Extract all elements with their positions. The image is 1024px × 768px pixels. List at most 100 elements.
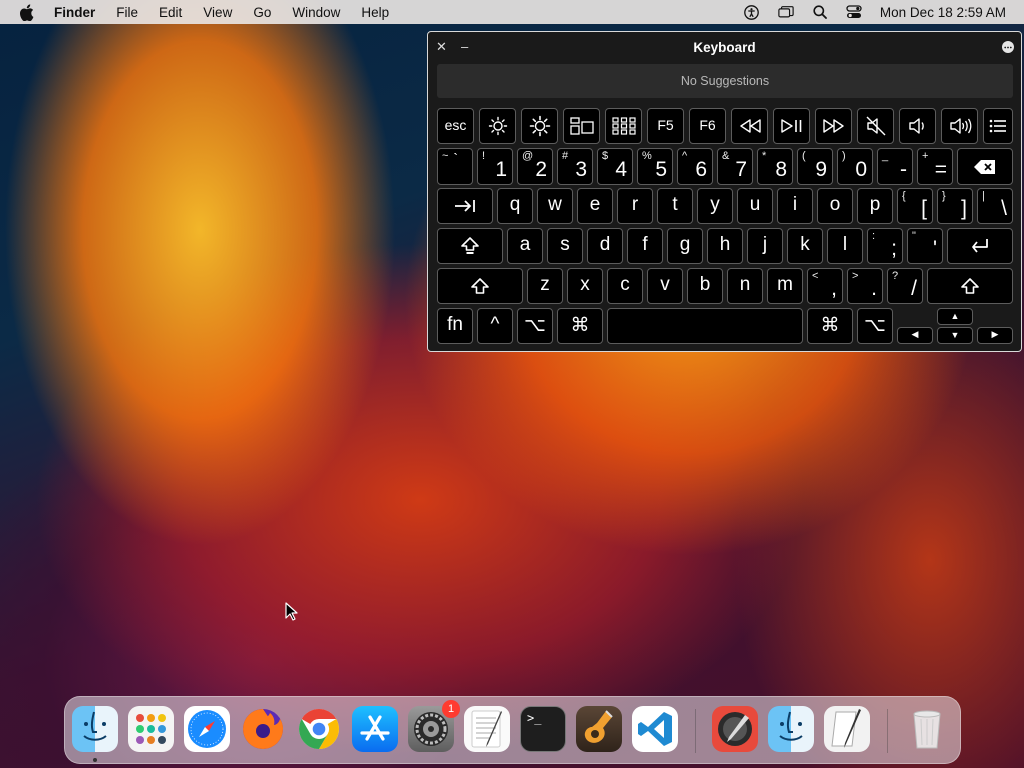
- app-store-icon[interactable]: [352, 706, 398, 752]
- color-meter-icon[interactable]: [712, 706, 758, 752]
- key-0[interactable]: ) 0: [837, 148, 873, 185]
- key-7[interactable]: & 7: [717, 148, 753, 185]
- key-slash[interactable]: ? /: [887, 268, 923, 304]
- terminal-icon[interactable]: >_: [520, 706, 566, 752]
- key-1[interactable]: ! 1: [477, 148, 513, 185]
- trash-icon[interactable]: [904, 706, 950, 752]
- key-f5[interactable]: F5: [647, 108, 684, 144]
- menu-window[interactable]: Window: [292, 5, 340, 20]
- key-brightness-down[interactable]: [479, 108, 516, 144]
- key-h[interactable]: h: [707, 228, 743, 264]
- key-control[interactable]: ^: [477, 308, 513, 344]
- key-list[interactable]: [983, 108, 1013, 144]
- key-brightness-up[interactable]: [521, 108, 558, 144]
- vscode-icon[interactable]: [632, 706, 678, 752]
- key-8[interactable]: * 8: [757, 148, 793, 185]
- key-comma[interactable]: <,: [807, 268, 843, 304]
- key-tab[interactable]: [437, 188, 493, 224]
- script-editor-icon[interactable]: [824, 706, 870, 752]
- spotlight-search-icon[interactable]: [812, 4, 828, 20]
- key-p[interactable]: p: [857, 188, 893, 224]
- key-4[interactable]: $4: [597, 148, 633, 185]
- finder-icon-2[interactable]: [768, 706, 814, 752]
- key-y[interactable]: y: [697, 188, 733, 224]
- key-k[interactable]: k: [787, 228, 823, 264]
- key-i[interactable]: i: [777, 188, 813, 224]
- key-r[interactable]: r: [617, 188, 653, 224]
- key-z[interactable]: z: [527, 268, 563, 304]
- key-caps-lock[interactable]: [437, 228, 503, 264]
- key-j[interactable]: j: [747, 228, 783, 264]
- chrome-icon[interactable]: [296, 706, 342, 752]
- key-minus[interactable]: _ -: [877, 148, 913, 185]
- key-f[interactable]: f: [627, 228, 663, 264]
- key-arrow-up[interactable]: ▲: [937, 308, 973, 325]
- key-5[interactable]: % 5: [637, 148, 673, 185]
- key-mute[interactable]: [857, 108, 894, 144]
- safari-icon[interactable]: [184, 706, 230, 752]
- key-e[interactable]: e: [577, 188, 613, 224]
- key-9[interactable]: (9: [797, 148, 833, 185]
- key-arrow-left[interactable]: ◀: [897, 327, 933, 344]
- key-period[interactable]: >.: [847, 268, 883, 304]
- menu-edit[interactable]: Edit: [159, 5, 182, 20]
- key-volume-up[interactable]: [941, 108, 978, 144]
- key-l[interactable]: l: [827, 228, 863, 264]
- menu-help[interactable]: Help: [361, 5, 389, 20]
- menu-file[interactable]: File: [116, 5, 138, 20]
- key-equals[interactable]: + =: [917, 148, 953, 185]
- key-semicolon[interactable]: :;: [867, 228, 903, 264]
- key-rewind[interactable]: [731, 108, 768, 144]
- key-mission-control[interactable]: [563, 108, 600, 144]
- key-left-command[interactable]: ⌘: [557, 308, 603, 344]
- key-c[interactable]: c: [607, 268, 643, 304]
- menu-app-name[interactable]: Finder: [54, 5, 95, 20]
- key-a[interactable]: a: [507, 228, 543, 264]
- screen-mirroring-icon[interactable]: [778, 4, 794, 20]
- key-left-option[interactable]: ⌥: [517, 308, 553, 344]
- key-volume-down[interactable]: [899, 108, 936, 144]
- key-launchpad[interactable]: [605, 108, 642, 144]
- key-esc[interactable]: esc: [437, 108, 474, 144]
- key-arrow-right[interactable]: ▶: [977, 327, 1013, 344]
- launchpad-icon[interactable]: [128, 706, 174, 752]
- accessibility-icon[interactable]: [744, 4, 760, 20]
- key-space[interactable]: [607, 308, 803, 344]
- key-right-shift[interactable]: [927, 268, 1013, 304]
- key-right-option[interactable]: ⌥: [857, 308, 893, 344]
- key-x[interactable]: x: [567, 268, 603, 304]
- key-t[interactable]: t: [657, 188, 693, 224]
- key-3[interactable]: #3: [557, 148, 593, 185]
- menu-go[interactable]: Go: [253, 5, 271, 20]
- key-right-bracket[interactable]: }]: [937, 188, 973, 224]
- key-left-shift[interactable]: [437, 268, 523, 304]
- key-m[interactable]: m: [767, 268, 803, 304]
- key-6[interactable]: ^ 6: [677, 148, 713, 185]
- key-arrow-down[interactable]: ▼: [937, 327, 973, 344]
- finder-icon[interactable]: [72, 706, 118, 752]
- menu-view[interactable]: View: [203, 5, 232, 20]
- apple-menu-icon[interactable]: [19, 3, 35, 21]
- key-q[interactable]: q: [497, 188, 533, 224]
- key-b[interactable]: b: [687, 268, 723, 304]
- key-quote[interactable]: " ': [907, 228, 943, 264]
- key-v[interactable]: v: [647, 268, 683, 304]
- key-left-bracket[interactable]: {[: [897, 188, 933, 224]
- key-delete[interactable]: [957, 148, 1013, 185]
- key-return[interactable]: [947, 228, 1013, 264]
- menubar-clock[interactable]: Mon Dec 18 2:59 AM: [880, 5, 1006, 20]
- system-settings-icon[interactable]: 1: [408, 700, 460, 752]
- key-d[interactable]: d: [587, 228, 623, 264]
- options-icon[interactable]: [1002, 41, 1014, 53]
- key-backtick[interactable]: ~ `: [437, 148, 473, 185]
- key-w[interactable]: w: [537, 188, 573, 224]
- key-g[interactable]: g: [667, 228, 703, 264]
- key-fast-forward[interactable]: [815, 108, 852, 144]
- key-2[interactable]: @2: [517, 148, 553, 185]
- key-u[interactable]: u: [737, 188, 773, 224]
- key-o[interactable]: o: [817, 188, 853, 224]
- key-play-pause[interactable]: [773, 108, 810, 144]
- firefox-icon[interactable]: [240, 706, 286, 752]
- key-s[interactable]: s: [547, 228, 583, 264]
- key-n[interactable]: n: [727, 268, 763, 304]
